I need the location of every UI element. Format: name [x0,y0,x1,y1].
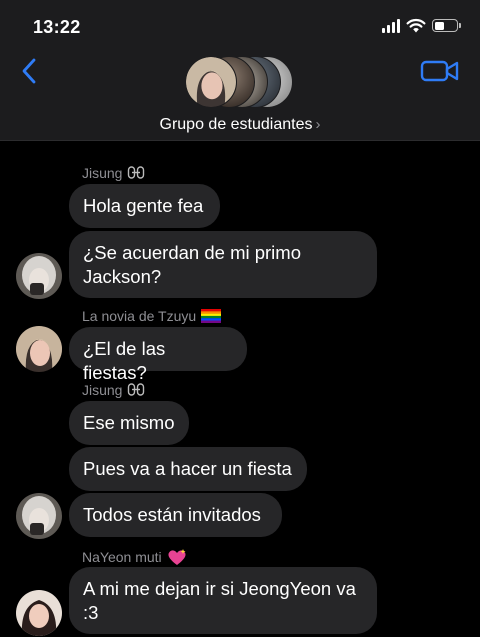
sender-name: NaYeon muti [82,549,162,565]
back-chevron-icon[interactable] [18,56,42,86]
message-text-line: ¿Se acuerdan de mi primo [83,242,301,263]
message-text: Pues va a hacer un fiesta [83,458,292,479]
message-bubble[interactable]: Ese mismo [69,401,189,445]
message-text: ¿El de las fiestas? [83,338,166,383]
message-sender: Jisung [82,382,145,398]
battery-level [434,21,444,30]
sparkling-heart-icon [168,549,186,565]
message-sender: La novia de Tzuyu [82,308,222,324]
message-sender: NaYeon muti [82,548,187,566]
group-member-avatar [185,56,237,108]
message-text-line: :3 [83,602,99,623]
message-bubble[interactable]: Todos están invitados [69,493,282,537]
status-time: 13:22 [33,17,81,37]
wifi-icon [406,18,426,33]
video-call-icon[interactable] [420,58,460,84]
sender-avatar[interactable] [16,253,62,299]
message-text: Ese mismo [83,412,175,433]
sender-name: La novia de Tzuyu [82,308,197,324]
message-bubble[interactable]: Hola gente fea [69,184,220,228]
conversation-header: 13:22 Grupo de estudiantes › [0,0,480,141]
sender-avatar[interactable] [16,493,62,539]
message-sender: Jisung [82,165,145,181]
status-icons [382,18,461,33]
message-text-line: A mi me dejan ir si JeongYeon va [83,578,356,599]
message-bubble[interactable]: ¿El de las fiestas? [69,327,247,383]
sender-avatar[interactable] [16,326,62,372]
sender-avatar[interactable] [16,590,62,636]
group-name: Grupo de estudiantes [159,116,313,133]
chain-link-icon [128,383,145,396]
chain-link-icon [128,166,145,179]
message-text: Todos están invitados [83,504,261,525]
sender-name: Jisung [82,165,123,181]
cellular-signal-icon [382,18,400,33]
message-bubble[interactable]: ¿Se acuerdan de mi primo Jackson? [69,231,377,298]
group-avatar-stack[interactable] [185,56,295,110]
sender-name: Jisung [82,382,123,398]
message-text: Hola gente fea [83,195,204,216]
rainbow-flag-icon [201,309,222,323]
message-bubble[interactable]: A mi me dejan ir si JeongYeon va :3 [69,567,377,634]
message-text-line: Jackson? [83,266,162,287]
message-bubble[interactable]: Pues va a hacer un fiesta [69,447,307,491]
battery-icon [432,19,461,32]
group-name-button[interactable]: Grupo de estudiantes › [0,116,480,134]
chevron-right-icon: › [315,116,321,133]
